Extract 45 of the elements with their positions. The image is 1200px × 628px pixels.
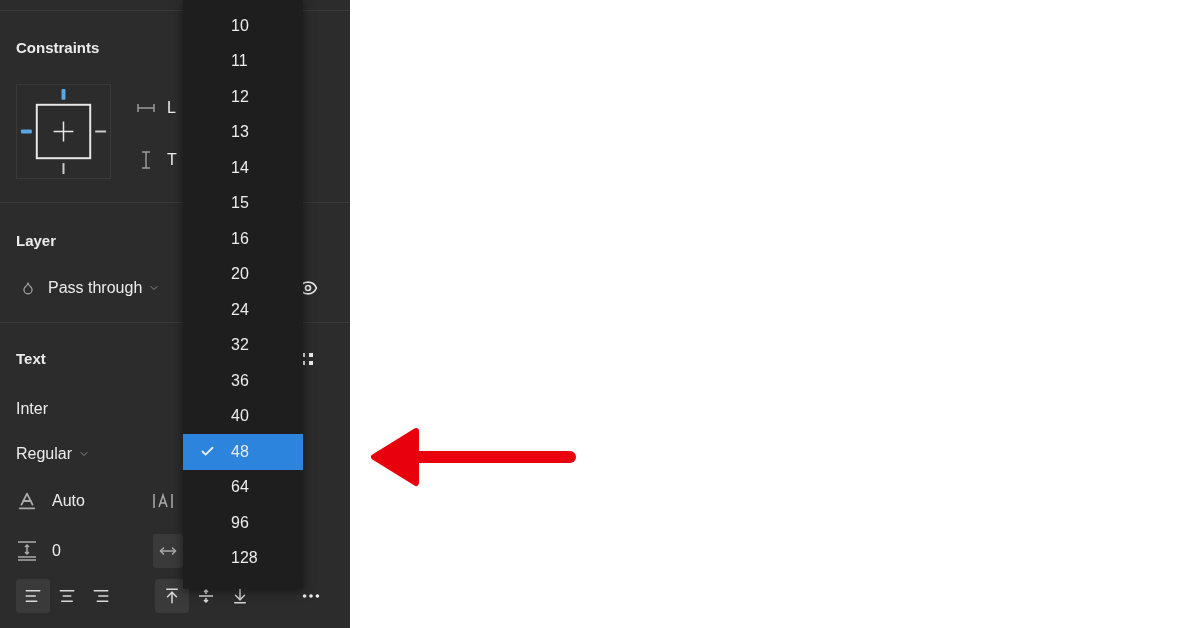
section-title: Constraints [16,38,100,57]
menu-item[interactable]: 96 [183,505,303,541]
constraint-pin[interactable] [20,129,32,134]
align-bottom-icon [231,587,249,605]
frame-square-drawing [35,103,92,160]
align-middle-icon [197,587,215,605]
blend-mode-dropdown[interactable]: Pass through [48,276,161,300]
constraint-label: L [167,98,176,118]
drop-icon [21,281,35,295]
menu-item[interactable]: 15 [183,185,303,221]
align-button[interactable] [16,579,50,613]
align-center-icon [58,587,76,605]
menu-item[interactable]: 128 [183,540,303,576]
menu-item[interactable]: 12 [183,79,303,115]
menu-item[interactable]: 40 [183,398,303,434]
constraint-label: T [167,150,177,170]
letter-spacing-icon [151,492,174,510]
font-weight-dropdown[interactable]: Regular [16,443,91,465]
section-title: Text [16,348,46,369]
menu-item[interactable]: 16 [183,221,303,257]
constraint-pin[interactable] [95,130,107,133]
align-top-icon [163,587,181,605]
menu-item[interactable]: 14 [183,150,303,186]
menu-item[interactable]: 10 [183,8,303,44]
font-family-field[interactable]: Inter [16,397,48,419]
horizontal-constraint-icon [137,103,155,113]
auto-width-button[interactable] [152,534,183,568]
paragraph-spacing-value[interactable]: 0 [52,539,61,563]
menu-item[interactable]: 11 [183,43,303,79]
align-right-icon [92,587,110,605]
section-title: Layer [16,231,57,250]
line-height-value[interactable]: Auto [52,489,85,513]
align-left-icon [24,587,42,605]
vertical-align-button[interactable] [155,579,189,613]
menu-item[interactable]: 20 [183,256,303,292]
constraint-pin[interactable] [61,88,66,100]
menu-item[interactable]: 24 [183,292,303,328]
menu-item[interactable]: 13 [183,114,303,150]
menu-item[interactable]: 64 [183,469,303,505]
line-height-icon [16,490,38,512]
constraint-widget[interactable] [16,84,111,179]
constraint-pin[interactable] [62,163,65,175]
menu-item[interactable]: 36 [183,363,303,399]
paragraph-spacing-icon [16,540,38,562]
menu-item[interactable]: 32 [183,327,303,363]
